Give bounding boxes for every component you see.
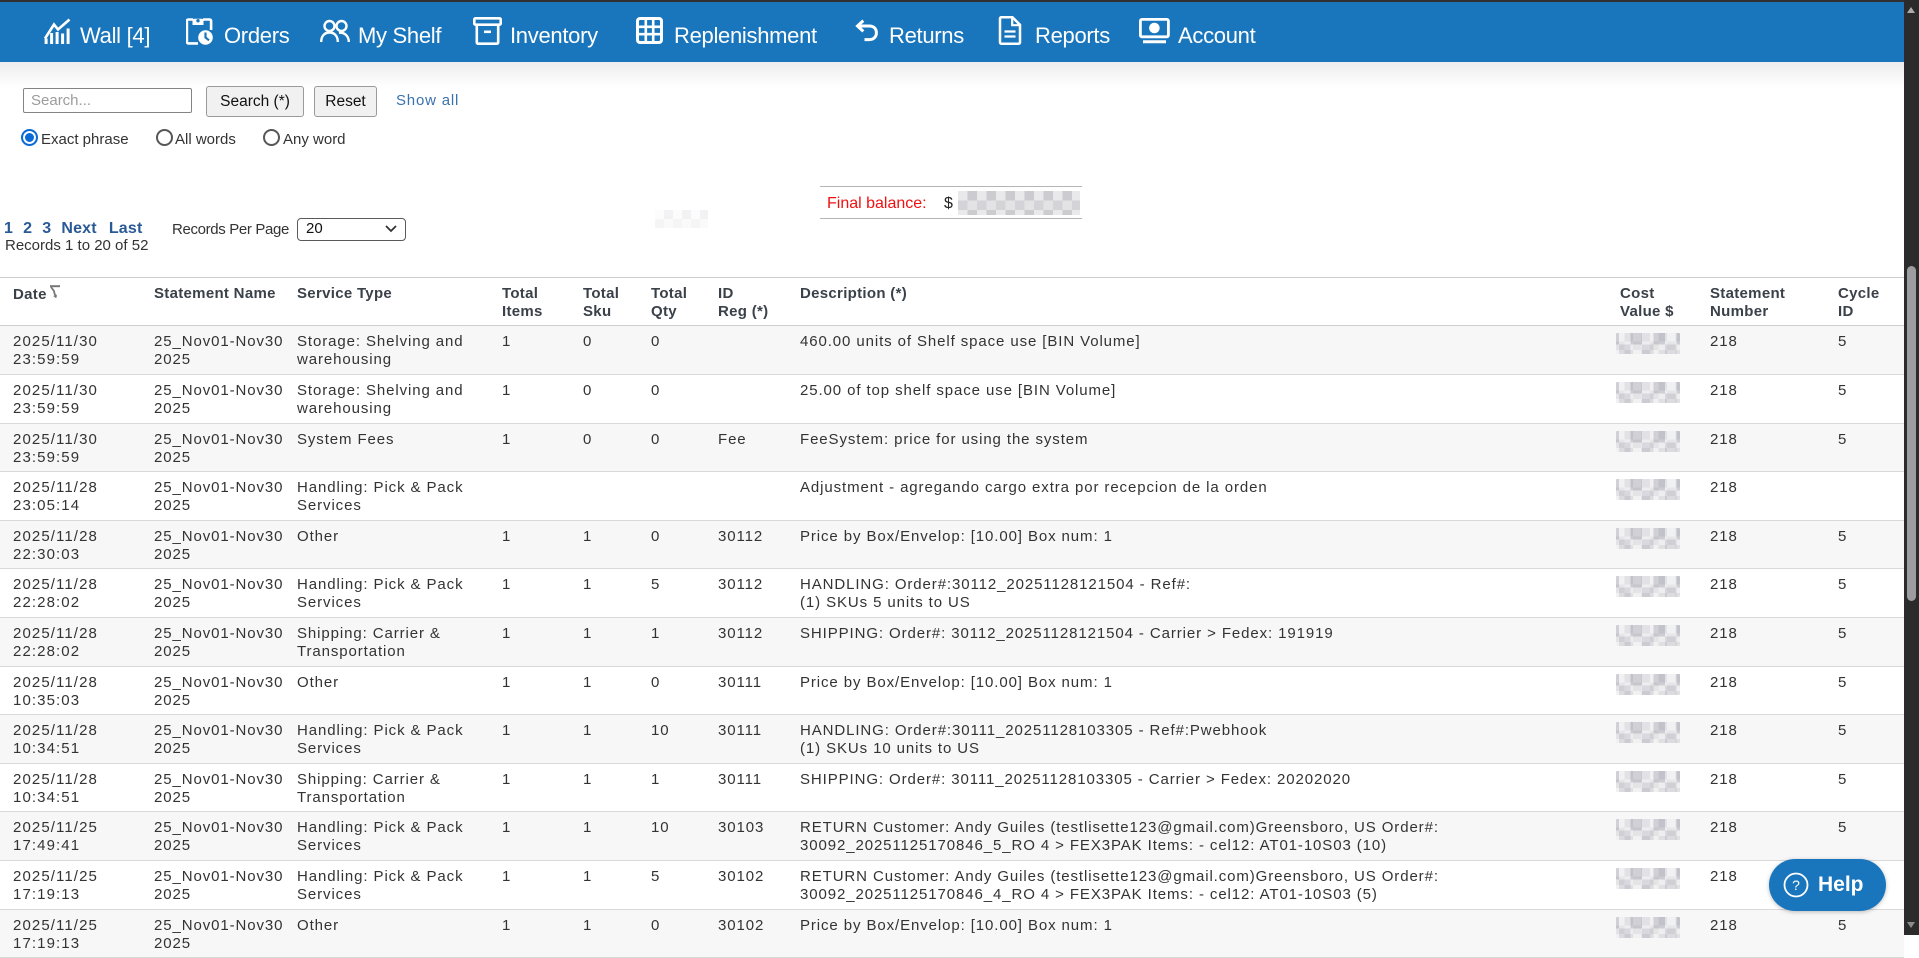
svg-text:?: ?: [1792, 877, 1800, 893]
